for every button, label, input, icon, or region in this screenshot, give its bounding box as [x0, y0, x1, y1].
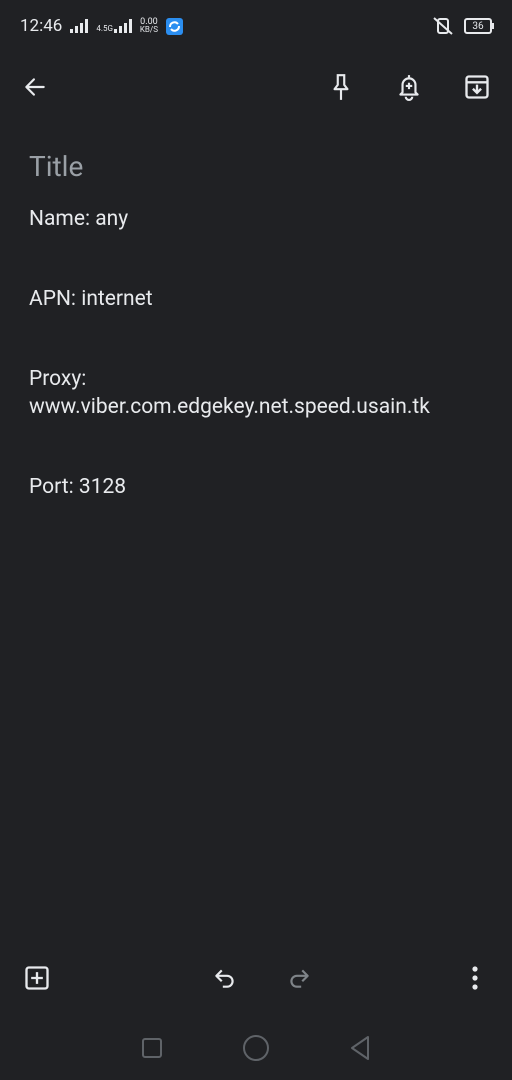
home-button[interactable] [239, 1031, 273, 1065]
battery-icon: 36 [464, 18, 494, 34]
archive-button[interactable] [460, 70, 494, 104]
signal-icon-2 [113, 19, 132, 33]
network-type-label: 4.5G [96, 24, 113, 33]
back-button[interactable] [18, 70, 52, 104]
pin-button[interactable] [324, 70, 358, 104]
archive-icon [465, 75, 489, 99]
back-nav-button[interactable] [343, 1031, 377, 1065]
battery-level: 36 [472, 20, 484, 32]
note-toolbar [0, 52, 512, 122]
bottom-toolbar [0, 950, 512, 1006]
status-left: 12:46 4.5G 0.00 KB/S [20, 16, 183, 36]
square-icon [142, 1038, 162, 1058]
note-line-name[interactable]: Name: any [29, 205, 483, 233]
circle-icon [243, 1035, 269, 1061]
vibrate-off-icon [433, 17, 453, 35]
clock-text: 12:46 [20, 16, 63, 36]
undo-icon [215, 969, 234, 988]
note-editor[interactable]: Title Name: any APN: internet Proxy: www… [29, 150, 483, 553]
undo-button[interactable] [208, 961, 242, 995]
redo-icon [290, 969, 309, 988]
toolbar-actions [324, 70, 494, 104]
undo-redo-group [208, 961, 316, 995]
add-box-icon [25, 966, 49, 990]
add-content-button[interactable] [20, 961, 54, 995]
note-line-apn[interactable]: APN: internet [29, 285, 483, 313]
bell-plus-icon [399, 75, 419, 101]
reminder-button[interactable] [392, 70, 426, 104]
title-input[interactable]: Title [29, 150, 483, 183]
triangle-back-icon [351, 1036, 369, 1060]
recents-button[interactable] [135, 1031, 169, 1065]
pin-icon [333, 74, 349, 100]
status-bar: 12:46 4.5G 0.00 KB/S 36 [0, 0, 512, 52]
more-options-button[interactable] [458, 961, 492, 995]
signal-icon [70, 19, 89, 33]
system-nav-bar [0, 1016, 512, 1080]
speed-unit: KB/S [139, 25, 158, 34]
arrow-left-icon [25, 78, 45, 96]
note-line-proxy[interactable]: Proxy: www.viber.com.edgekey.net.speed.u… [29, 365, 483, 421]
more-vert-icon [472, 966, 478, 990]
redo-button[interactable] [282, 961, 316, 995]
app-notification-icon [165, 17, 183, 35]
status-right: 36 [432, 17, 494, 35]
note-line-port[interactable]: Port: 3128 [29, 473, 483, 501]
